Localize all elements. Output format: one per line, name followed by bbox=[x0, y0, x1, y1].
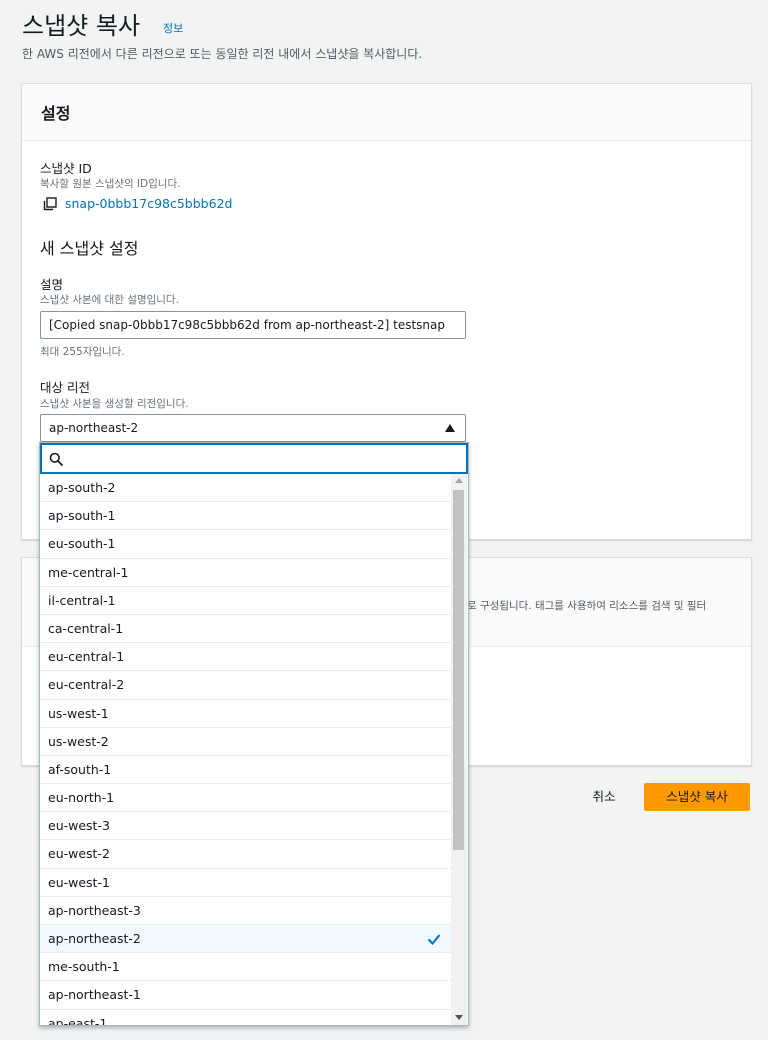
region-option[interactable]: eu-west-3 bbox=[40, 812, 451, 841]
region-option[interactable]: eu-north-1 bbox=[40, 784, 451, 813]
region-option[interactable]: af-south-1 bbox=[40, 756, 451, 785]
region-option[interactable]: eu-west-1 bbox=[40, 869, 451, 897]
region-label: 대상 리전 bbox=[40, 380, 90, 395]
page-title: 스냅샷 복사 bbox=[22, 12, 141, 40]
region-options-list: ap-south-2 ap-south-1 eu-south-1 me-central… bbox=[40, 474, 451, 1025]
region-option-label: us-west-2 bbox=[48, 733, 109, 749]
region-search-input[interactable] bbox=[40, 443, 468, 474]
region-option-label: ap-east-1 bbox=[48, 1015, 108, 1025]
region-option-label: ca-central-1 bbox=[48, 620, 124, 636]
region-option-label: us-west-1 bbox=[48, 705, 109, 721]
snapshot-id-link[interactable]: snap-0bbb17c98c5bbb62d bbox=[65, 196, 232, 211]
description-label: 설명 bbox=[40, 277, 64, 292]
region-option[interactable]: ap-east-1 bbox=[40, 1010, 451, 1025]
copy-icon[interactable] bbox=[43, 197, 57, 211]
region-option[interactable]: ap-south-2 bbox=[40, 474, 451, 503]
region-option[interactable]: eu-central-1 bbox=[40, 643, 451, 672]
description-input[interactable]: [Copied snap-0bbb17c98c5bbb62d from ap-n… bbox=[40, 311, 466, 339]
region-option[interactable]: eu-central-2 bbox=[40, 671, 451, 700]
region-option-label: ap-northeast-1 bbox=[48, 987, 141, 1003]
region-option-label: eu-south-1 bbox=[48, 536, 116, 552]
region-option-label: me-central-1 bbox=[48, 564, 129, 580]
region-option-label: eu-west-3 bbox=[48, 818, 110, 834]
region-help: 스냅샷 사본을 생성할 리전입니다. bbox=[40, 398, 189, 410]
tags-description: 로 구성됩니다. 태그를 사용하여 리소스를 검색 및 필터 bbox=[467, 600, 707, 612]
region-option[interactable]: ap-south-1 bbox=[40, 502, 451, 531]
region-option-label: ap-northeast-3 bbox=[48, 902, 141, 918]
snapshot-id-description: 복사할 원본 스냅샷의 ID입니다. bbox=[40, 178, 181, 190]
region-option-label: af-south-1 bbox=[48, 761, 112, 777]
scroll-down-arrow[interactable] bbox=[455, 1015, 463, 1020]
copy-snapshot-button[interactable]: 스냅샷 복사 bbox=[644, 783, 750, 811]
region-option-label: ap-south-2 bbox=[48, 480, 116, 495]
description-constraint: 최대 255자입니다. bbox=[40, 346, 125, 358]
scroll-up-arrow[interactable] bbox=[455, 478, 463, 483]
scrollbar-thumb[interactable] bbox=[453, 490, 464, 850]
region-option-label: ap-northeast-2 bbox=[48, 931, 141, 946]
region-option-label: il-central-1 bbox=[48, 592, 116, 608]
region-option-label: eu-central-1 bbox=[48, 649, 125, 665]
info-link[interactable]: 정보 bbox=[163, 20, 183, 36]
region-option[interactable]: us-west-2 bbox=[40, 728, 451, 756]
search-icon bbox=[49, 452, 63, 466]
description-help: 스냅샷 사본에 대한 설명입니다. bbox=[40, 294, 179, 306]
region-select[interactable]: ap-northeast-2 bbox=[40, 414, 466, 442]
region-select-value: ap-northeast-2 bbox=[49, 421, 139, 435]
region-option[interactable]: ap-northeast-3 bbox=[40, 897, 451, 925]
new-snapshot-settings-heading: 새 스냅샷 설정 bbox=[40, 239, 139, 258]
region-option[interactable]: ca-central-1 bbox=[40, 615, 451, 644]
settings-panel-header: 설정 bbox=[22, 84, 751, 141]
settings-panel-title: 설정 bbox=[41, 104, 71, 123]
checkmark-icon bbox=[427, 934, 441, 945]
region-option[interactable]: eu-south-1 bbox=[40, 530, 451, 559]
region-option[interactable]: us-west-1 bbox=[40, 700, 451, 728]
region-dropdown: ap-south-2 ap-south-1 eu-south-1 me-central… bbox=[39, 442, 469, 1026]
region-option-label: ap-south-1 bbox=[48, 508, 116, 524]
region-option-label: me-south-1 bbox=[48, 959, 120, 975]
scrollbar[interactable] bbox=[451, 474, 467, 1025]
region-option-label: eu-north-1 bbox=[48, 790, 115, 806]
page-subtitle: 한 AWS 리전에서 다른 리전으로 또는 동일한 리전 내에서 스냅샷을 복사… bbox=[22, 47, 423, 61]
region-option[interactable]: ap-northeast-2 bbox=[40, 925, 451, 954]
snapshot-id-label: 스냅샷 ID bbox=[40, 161, 92, 176]
region-option[interactable]: me-south-1 bbox=[40, 953, 451, 982]
region-option-label: eu-west-1 bbox=[48, 874, 110, 890]
region-option[interactable]: eu-west-2 bbox=[40, 840, 451, 869]
region-option[interactable]: me-central-1 bbox=[40, 559, 451, 587]
region-option-label: eu-west-2 bbox=[48, 846, 110, 862]
region-option[interactable]: ap-northeast-1 bbox=[40, 981, 451, 1010]
cancel-button[interactable]: 취소 bbox=[580, 783, 628, 811]
region-option[interactable]: il-central-1 bbox=[40, 587, 451, 615]
caret-up-icon bbox=[445, 424, 455, 432]
region-option-label: eu-central-2 bbox=[48, 677, 125, 693]
